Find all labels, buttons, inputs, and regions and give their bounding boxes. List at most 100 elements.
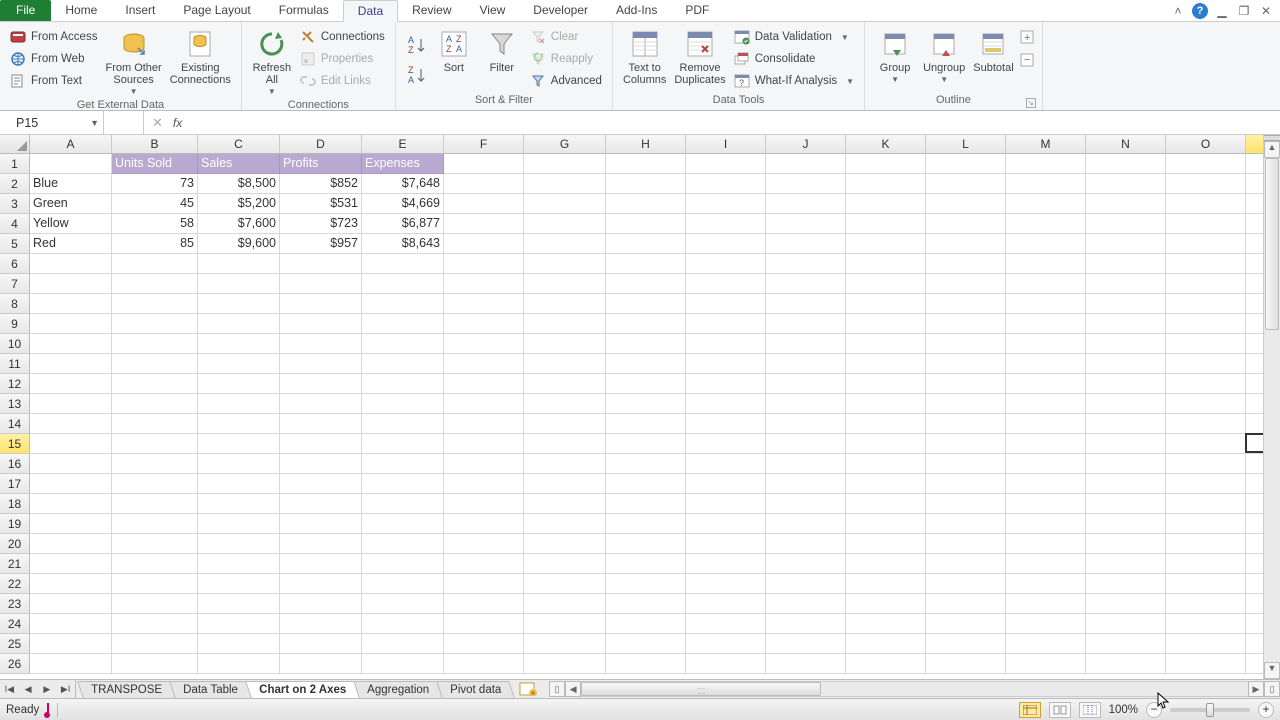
col-header-D[interactable]: D — [280, 135, 362, 153]
cell[interactable]: $957 — [280, 234, 362, 254]
cell[interactable] — [30, 274, 112, 294]
cell[interactable]: 45 — [112, 194, 198, 214]
cell[interactable] — [362, 294, 444, 314]
cell[interactable] — [846, 534, 926, 554]
cell[interactable] — [1166, 314, 1246, 334]
tab-developer[interactable]: Developer — [519, 0, 602, 21]
refresh-all-button[interactable]: Refresh All▼ — [248, 26, 296, 99]
sheet-tab-aggregation[interactable]: Aggregation — [353, 681, 443, 698]
cell[interactable] — [686, 414, 766, 434]
cell[interactable] — [1166, 614, 1246, 634]
cell[interactable] — [606, 194, 686, 214]
cell[interactable] — [362, 614, 444, 634]
cell[interactable] — [686, 374, 766, 394]
cell[interactable] — [1166, 474, 1246, 494]
cell[interactable] — [1086, 554, 1166, 574]
formula-input[interactable] — [192, 111, 1280, 134]
cell[interactable]: $8,500 — [198, 174, 280, 194]
scroll-right-icon[interactable]: ▶ — [1248, 681, 1264, 697]
cell[interactable] — [846, 214, 926, 234]
cell[interactable] — [198, 634, 280, 654]
cell[interactable] — [686, 654, 766, 674]
macro-record-icon[interactable] — [47, 704, 49, 716]
cell[interactable] — [30, 374, 112, 394]
remove-duplicates-button[interactable]: Remove Duplicates — [670, 26, 729, 88]
cell[interactable] — [112, 454, 198, 474]
cell[interactable] — [686, 614, 766, 634]
cell[interactable]: $852 — [280, 174, 362, 194]
cell[interactable] — [686, 334, 766, 354]
show-detail-icon[interactable]: + — [1020, 30, 1034, 47]
sheet-tab-transpose[interactable]: TRANSPOSE — [77, 681, 175, 698]
cell[interactable] — [1086, 354, 1166, 374]
cell[interactable] — [606, 294, 686, 314]
cell[interactable] — [30, 634, 112, 654]
cell[interactable] — [1166, 254, 1246, 274]
sort-button[interactable]: AZZASort — [430, 26, 478, 76]
cell[interactable] — [362, 274, 444, 294]
cell[interactable] — [444, 494, 524, 514]
cell[interactable] — [524, 574, 606, 594]
cell[interactable] — [524, 234, 606, 254]
col-header-M[interactable]: M — [1006, 135, 1086, 153]
row-header[interactable]: 8 — [0, 294, 30, 314]
cell[interactable] — [686, 214, 766, 234]
col-header-E[interactable]: E — [362, 135, 444, 153]
row-header[interactable]: 3 — [0, 194, 30, 214]
select-all-corner[interactable] — [0, 135, 30, 153]
cell[interactable] — [280, 534, 362, 554]
col-header-H[interactable]: H — [606, 135, 686, 153]
cell[interactable] — [444, 234, 524, 254]
cell[interactable] — [926, 394, 1006, 414]
cell[interactable] — [846, 234, 926, 254]
scrollbar-thumb[interactable] — [1265, 158, 1279, 330]
cell[interactable] — [198, 594, 280, 614]
cell[interactable] — [524, 394, 606, 414]
cell[interactable] — [1166, 514, 1246, 534]
cell[interactable] — [1006, 594, 1086, 614]
cell[interactable] — [1166, 234, 1246, 254]
cell[interactable] — [846, 494, 926, 514]
cell[interactable] — [524, 654, 606, 674]
cell[interactable] — [926, 294, 1006, 314]
cell[interactable] — [766, 534, 846, 554]
cell[interactable] — [198, 354, 280, 374]
cell[interactable] — [524, 514, 606, 534]
zoom-in-button[interactable]: + — [1258, 702, 1274, 718]
cell[interactable] — [766, 154, 846, 174]
cell[interactable] — [198, 614, 280, 634]
cell[interactable]: $5,200 — [198, 194, 280, 214]
cell[interactable] — [686, 234, 766, 254]
cell[interactable] — [766, 434, 846, 454]
cell[interactable] — [1086, 194, 1166, 214]
cell[interactable] — [926, 634, 1006, 654]
cell[interactable] — [198, 454, 280, 474]
tab-home[interactable]: Home — [51, 0, 111, 21]
row-header[interactable]: 4 — [0, 214, 30, 234]
cell[interactable] — [280, 434, 362, 454]
cell[interactable] — [686, 154, 766, 174]
cell[interactable] — [280, 454, 362, 474]
cell[interactable] — [606, 574, 686, 594]
cell[interactable] — [280, 374, 362, 394]
cell[interactable] — [846, 454, 926, 474]
cell[interactable] — [606, 414, 686, 434]
cell[interactable] — [1006, 274, 1086, 294]
cell[interactable] — [1086, 454, 1166, 474]
cell[interactable]: $7,648 — [362, 174, 444, 194]
sheet-tab-data-table[interactable]: Data Table — [169, 681, 251, 698]
cell[interactable] — [686, 594, 766, 614]
cell[interactable]: $723 — [280, 214, 362, 234]
cell[interactable] — [846, 554, 926, 574]
cell[interactable] — [1166, 494, 1246, 514]
cell[interactable] — [1006, 414, 1086, 434]
cell[interactable] — [606, 374, 686, 394]
cell[interactable]: 73 — [112, 174, 198, 194]
cell[interactable] — [362, 554, 444, 574]
cell[interactable] — [280, 594, 362, 614]
cell[interactable] — [362, 454, 444, 474]
cell[interactable] — [1086, 514, 1166, 534]
cell[interactable] — [444, 214, 524, 234]
from-web-button[interactable]: From Web — [6, 48, 101, 70]
cell[interactable] — [606, 174, 686, 194]
